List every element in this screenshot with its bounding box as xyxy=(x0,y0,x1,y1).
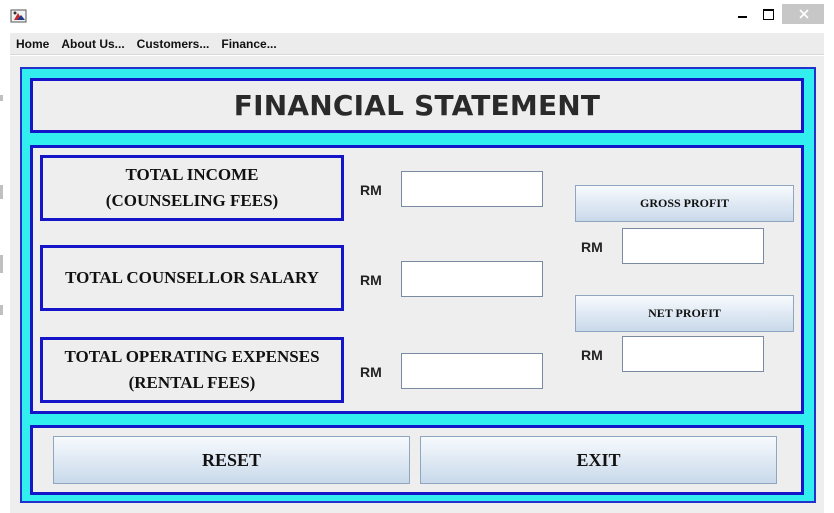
maximize-icon xyxy=(762,8,774,20)
menu-item-about-us[interactable]: About Us... xyxy=(61,37,124,51)
background-artifact xyxy=(0,95,3,101)
total-counsellor-salary-label-text: TOTAL COUNSELLOR SALARY xyxy=(65,268,319,287)
total-counsellor-salary-currency: RM xyxy=(360,272,382,288)
total-operating-expenses-label: TOTAL OPERATING EXPENSES (RENTAL FEES) xyxy=(40,337,344,403)
menu-item-customers[interactable]: Customers... xyxy=(137,37,210,51)
net-profit-currency: RM xyxy=(581,347,603,363)
total-operating-expenses-label-line2: (RENTAL FEES) xyxy=(128,373,256,392)
gross-profit-button[interactable]: GROSS PROFIT xyxy=(575,185,794,222)
total-counsellor-salary-input[interactable] xyxy=(401,261,543,297)
net-profit-button[interactable]: NET PROFIT xyxy=(575,295,794,332)
gross-profit-currency: RM xyxy=(581,239,603,255)
exit-button[interactable]: EXIT xyxy=(420,436,777,484)
background-artifact xyxy=(0,305,3,315)
total-income-label-line1: TOTAL INCOME xyxy=(125,165,259,184)
title-bar xyxy=(0,0,834,32)
reset-button[interactable]: RESET xyxy=(53,436,410,484)
total-counsellor-salary-label: TOTAL COUNSELLOR SALARY xyxy=(40,245,344,311)
close-icon xyxy=(799,9,809,19)
total-income-label: TOTAL INCOME (COUNSELING FEES) xyxy=(40,155,344,221)
minimize-button[interactable] xyxy=(730,4,754,24)
java-app-icon xyxy=(10,8,28,24)
total-income-label-line2: (COUNSELING FEES) xyxy=(105,191,279,210)
background-artifact xyxy=(0,185,3,199)
gross-profit-input[interactable] xyxy=(622,228,764,264)
menu-bar: Home About Us... Customers... Finance... xyxy=(10,33,824,55)
total-operating-expenses-input[interactable] xyxy=(401,353,543,389)
menu-item-finance[interactable]: Finance... xyxy=(221,37,276,51)
page-title: FINANCIAL STATEMENT xyxy=(233,89,601,122)
total-income-input[interactable] xyxy=(401,171,543,207)
minimize-icon xyxy=(737,16,747,18)
background-artifact xyxy=(0,255,3,273)
close-button[interactable] xyxy=(782,4,826,24)
window-edge xyxy=(824,0,834,513)
total-operating-expenses-currency: RM xyxy=(360,364,382,380)
maximize-button[interactable] xyxy=(756,4,780,24)
total-operating-expenses-label-line1: TOTAL OPERATING EXPENSES xyxy=(64,347,320,366)
title-panel: FINANCIAL STATEMENT xyxy=(30,78,804,133)
net-profit-input[interactable] xyxy=(622,336,764,372)
total-income-currency: RM xyxy=(360,182,382,198)
menu-item-home[interactable]: Home xyxy=(16,37,49,51)
